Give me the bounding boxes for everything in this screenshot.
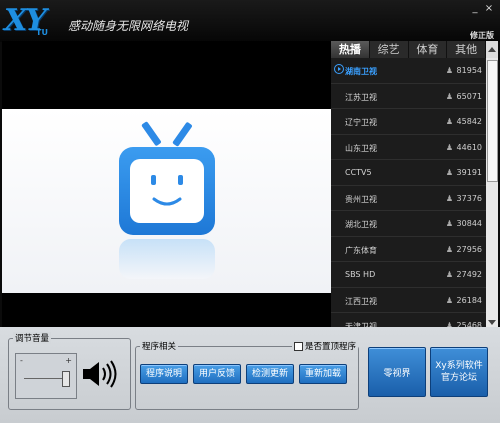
app-slogan: 感动随身无限网络电视 xyxy=(68,19,189,33)
viewer-count: 27956 xyxy=(456,244,482,254)
viewer-count: 27492 xyxy=(456,270,482,279)
channel-panel: 热播 综艺 体育 其他 湖南卫视 ♟ 81954 江苏卫视 ♟ 65071 辽宁… xyxy=(331,41,498,339)
channel-name: SBS HD xyxy=(345,270,376,279)
user-icon: ♟ xyxy=(445,117,453,126)
close-button[interactable]: × xyxy=(484,4,494,14)
check-update-button[interactable]: 检测更新 xyxy=(246,364,294,384)
control-bar: 调节音量 - + 程序相关 是否置顶程序 程序说明 用户反馈 检测更新 重新加载… xyxy=(0,327,500,423)
user-icon: ♟ xyxy=(445,66,453,75)
channel-row[interactable]: 湖南卫视 ♟ 81954 xyxy=(331,58,486,84)
topmost-option[interactable]: 是否置顶程序 xyxy=(292,340,358,352)
zero-vision-button[interactable]: 零视界 xyxy=(368,347,426,397)
viewer-count: 37376 xyxy=(456,193,482,203)
speaker-icon[interactable] xyxy=(81,359,121,389)
channel-name: 湖北卫视 xyxy=(345,220,377,229)
play-icon xyxy=(334,64,344,74)
channel-name: 湖南卫视 xyxy=(345,67,377,76)
slider-knob[interactable] xyxy=(62,371,70,387)
reload-button[interactable]: 重新加载 xyxy=(299,364,347,384)
tab-other[interactable]: 其他 xyxy=(447,41,486,58)
video-player[interactable] xyxy=(2,41,331,327)
channel-name: 广东体育 xyxy=(345,245,377,255)
viewer-count: 44610 xyxy=(456,142,482,152)
user-icon: ♟ xyxy=(445,168,453,177)
user-icon: ♟ xyxy=(445,244,453,254)
channel-row[interactable]: SBS HD ♟ 27492 xyxy=(331,262,486,288)
program-legend: 程序相关 xyxy=(140,340,179,352)
channel-name: 辽宁卫视 xyxy=(345,118,377,127)
tv-mascot-icon xyxy=(119,121,215,279)
volume-max-label: + xyxy=(65,356,72,365)
tab-hot[interactable]: 热播 xyxy=(331,41,370,58)
window-controls: _ × xyxy=(470,4,494,14)
topmost-checkbox[interactable] xyxy=(294,341,303,351)
channel-scrollbar[interactable] xyxy=(486,58,498,327)
channel-name: CCTV5 xyxy=(345,168,372,177)
viewer-count: 30844 xyxy=(456,219,482,228)
tv-mascot-image xyxy=(2,109,331,293)
channel-list: 湖南卫视 ♟ 81954 江苏卫视 ♟ 65071 辽宁卫视 ♟ 45842 山… xyxy=(331,58,486,339)
channel-name: 贵州卫视 xyxy=(345,194,377,204)
user-icon: ♟ xyxy=(445,91,453,101)
user-icon: ♟ xyxy=(445,295,453,305)
official-forum-button[interactable]: Xy系列软件官方论坛 xyxy=(430,347,488,397)
user-icon: ♟ xyxy=(445,219,453,228)
channel-row[interactable]: 贵州卫视 ♟ 37376 xyxy=(331,186,486,211)
user-icon: ♟ xyxy=(445,142,453,152)
channel-row[interactable]: 湖北卫视 ♟ 30844 xyxy=(331,211,486,237)
channel-name: 山东卫视 xyxy=(345,143,377,153)
topmost-label: 是否置顶程序 xyxy=(305,342,357,352)
minimize-button[interactable]: _ xyxy=(470,4,480,14)
viewer-count: 45842 xyxy=(456,117,482,126)
viewer-count: 26184 xyxy=(456,295,482,305)
viewer-count: 65071 xyxy=(456,91,482,101)
edition-label: 修正版 xyxy=(470,31,494,40)
viewer-count: 81954 xyxy=(456,66,482,75)
scrollbar-thumb[interactable] xyxy=(487,60,498,182)
title-bar: XY TU 感动随身无限网络电视 _ × 修正版 xyxy=(0,0,500,42)
app-logo-sub: TU xyxy=(36,28,48,37)
user-icon: ♟ xyxy=(445,270,453,279)
program-group: 程序相关 是否置顶程序 程序说明 用户反馈 检测更新 重新加载 xyxy=(135,340,359,410)
scroll-down-arrow[interactable] xyxy=(488,320,496,325)
channel-row[interactable]: 江西卫视 ♟ 26184 xyxy=(331,288,486,313)
channel-row[interactable]: 广东体育 ♟ 27956 xyxy=(331,237,486,262)
user-icon: ♟ xyxy=(445,193,453,203)
program-info-button[interactable]: 程序说明 xyxy=(140,364,188,384)
channel-row[interactable]: 辽宁卫视 ♟ 45842 xyxy=(331,109,486,135)
volume-legend: 调节音量 xyxy=(13,332,52,344)
channel-name: 江苏卫视 xyxy=(345,92,377,102)
channel-row[interactable]: 江苏卫视 ♟ 65071 xyxy=(331,84,486,109)
channel-row[interactable]: 山东卫视 ♟ 44610 xyxy=(331,135,486,160)
volume-slider[interactable]: - + xyxy=(15,353,77,399)
tab-variety[interactable]: 综艺 xyxy=(370,41,409,58)
channel-row[interactable]: CCTV5 ♟ 39191 xyxy=(331,160,486,186)
scroll-up-arrow[interactable] xyxy=(486,41,498,58)
category-tabs: 热播 综艺 体育 其他 xyxy=(331,41,486,58)
channel-name: 江西卫视 xyxy=(345,296,377,306)
viewer-count: 39191 xyxy=(456,168,482,177)
user-feedback-button[interactable]: 用户反馈 xyxy=(193,364,241,384)
volume-group: 调节音量 - + xyxy=(8,332,131,410)
volume-min-label: - xyxy=(20,356,23,365)
tab-sports[interactable]: 体育 xyxy=(409,41,448,58)
